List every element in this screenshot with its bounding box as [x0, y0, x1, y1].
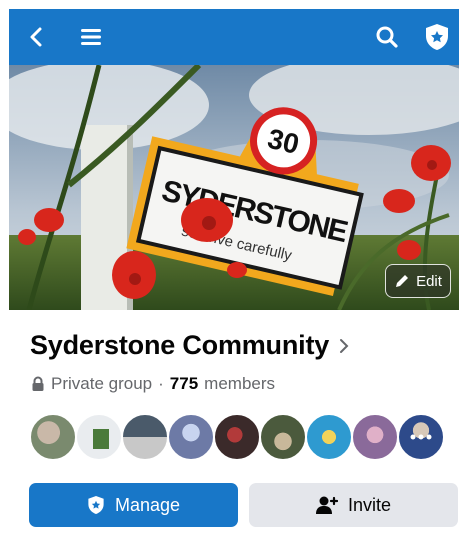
chevron-left-icon — [30, 27, 42, 47]
menu-button[interactable] — [77, 23, 105, 51]
group-meta: Private group · 775 members — [31, 374, 275, 394]
top-navigation-bar — [9, 9, 459, 65]
member-avatar[interactable] — [213, 413, 261, 461]
group-page: 30 SYDERSTONE se drive carefully Edit Sy… — [9, 9, 459, 535]
admin-tools-button[interactable] — [423, 23, 451, 51]
group-name-link[interactable]: Syderstone Community — [30, 330, 349, 361]
lock-icon — [32, 376, 44, 391]
search-button[interactable] — [373, 23, 401, 51]
member-avatar[interactable] — [351, 413, 399, 461]
invite-label: Invite — [347, 494, 392, 515]
back-button[interactable] — [23, 23, 51, 51]
meta-separator: · — [158, 374, 164, 393]
pencil-icon — [396, 275, 409, 287]
member-avatar[interactable] — [305, 413, 353, 461]
member-avatar[interactable] — [75, 413, 123, 461]
invite-button[interactable]: Invite — [249, 483, 458, 527]
manage-button[interactable]: Manage — [29, 483, 238, 527]
member-avatar[interactable] — [259, 413, 307, 461]
shield-star-icon — [88, 496, 104, 514]
privacy-label: Private group — [51, 374, 153, 393]
chevron-right-icon — [340, 338, 349, 353]
group-name: Syderstone Community — [30, 330, 330, 360]
member-count[interactable]: 775 — [170, 374, 198, 394]
add-person-icon — [315, 496, 338, 514]
shield-star-icon — [426, 24, 448, 50]
member-avatar[interactable] — [121, 413, 169, 461]
member-avatar[interactable] — [29, 413, 77, 461]
ellipsis-icon — [410, 434, 432, 440]
members-label[interactable]: members — [204, 374, 275, 394]
search-icon — [376, 26, 398, 48]
more-members-avatar[interactable] — [397, 413, 445, 461]
manage-label: Manage — [114, 494, 181, 515]
edit-cover-label: Edit — [416, 272, 442, 290]
cover-photo[interactable]: 30 SYDERSTONE se drive carefully Edit — [9, 65, 459, 310]
edit-cover-button[interactable]: Edit — [385, 264, 451, 298]
hamburger-menu-icon — [81, 29, 101, 45]
member-avatar[interactable] — [167, 413, 215, 461]
